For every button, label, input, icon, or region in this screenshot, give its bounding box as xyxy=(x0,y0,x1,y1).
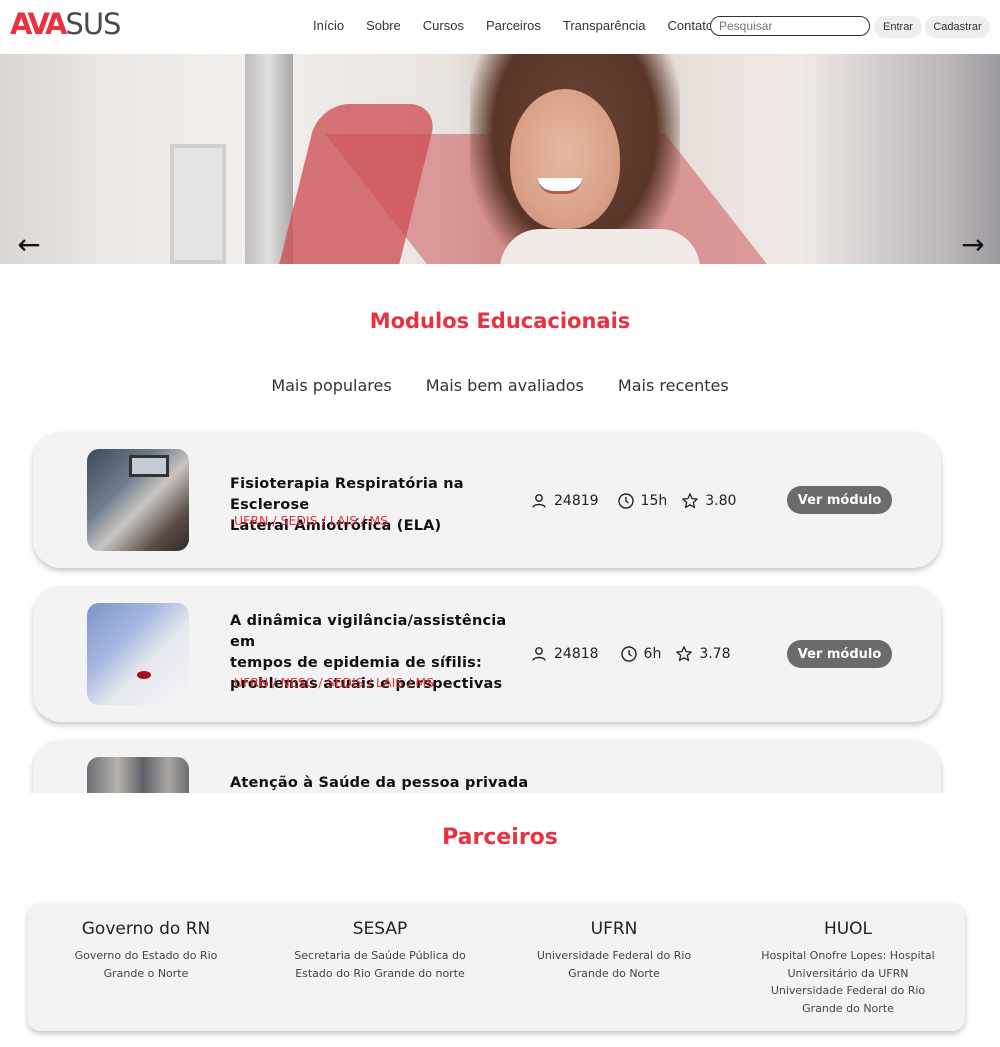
nav-cursos[interactable]: Cursos xyxy=(423,18,464,33)
rating-stat: 3.80 xyxy=(681,492,736,510)
user-icon xyxy=(532,647,546,661)
ver-modulo-button[interactable]: Ver módulo xyxy=(787,640,892,668)
partner-governo-rn[interactable]: Governo do RN Governo do Estado do Rio G… xyxy=(61,919,231,982)
rating-value: 3.78 xyxy=(699,646,731,662)
module-org: UFRN / NESC / SEDIS / LAIS / MS xyxy=(234,675,435,690)
search-input[interactable] xyxy=(710,16,870,36)
module-title-line: A dinâmica vigilância/assistência em xyxy=(230,613,507,650)
user-icon xyxy=(532,494,546,508)
students-stat: 24818 xyxy=(530,645,599,663)
partner-name: SESAP xyxy=(352,919,408,939)
modules-list[interactable]: Fisioterapia Respiratória na Esclerose L… xyxy=(0,425,1000,793)
partner-description: Secretaria de Saúde Pública do Estado do… xyxy=(265,947,495,982)
module-card: Atenção à Saúde da pessoa privada xyxy=(33,740,941,793)
partner-description-line: Secretaria de Saúde Pública do xyxy=(294,949,466,962)
partner-description-line: Estado do Rio Grande do norte xyxy=(295,966,465,980)
nav-contato[interactable]: Contato xyxy=(668,18,714,33)
star-icon xyxy=(682,493,699,509)
nav-transparencia[interactable]: Transparência xyxy=(563,18,646,33)
duration-value: 6h xyxy=(643,646,662,662)
module-title-line: tempos de epidemia de sífilis: xyxy=(230,655,482,671)
hero-woman-face xyxy=(510,89,620,229)
duration-stat: 15h xyxy=(617,492,668,510)
tab-mais-bem-avaliados[interactable]: Mais bem avaliados xyxy=(426,376,584,395)
tab-mais-recentes[interactable]: Mais recentes xyxy=(618,376,729,395)
star-icon xyxy=(676,646,693,662)
partner-description-line: Universidade Federal do Rio xyxy=(770,984,926,997)
arrow-left-icon[interactable]: ← xyxy=(14,230,44,260)
partner-description: Universidade Federal do Rio Grande do No… xyxy=(514,947,714,982)
ver-modulo-button[interactable]: Ver módulo xyxy=(787,486,892,514)
hero-window-frame xyxy=(245,54,293,264)
module-title[interactable]: Atenção à Saúde da pessoa privada xyxy=(230,773,530,793)
avasus-logo[interactable]: AVA SUS xyxy=(10,7,121,41)
nav-inicio[interactable]: Início xyxy=(313,18,344,33)
partner-description-line: Grande do Norte xyxy=(802,1001,894,1015)
students-stat: 24819 xyxy=(530,492,599,510)
tab-mais-populares[interactable]: Mais populares xyxy=(271,376,391,395)
partner-sesap[interactable]: SESAP Secretaria de Saúde Pública do Est… xyxy=(265,919,495,982)
partner-name: HUOL xyxy=(823,919,873,939)
partner-description: Governo do Estado do Rio Grande o Norte xyxy=(61,947,231,982)
module-thumbnail[interactable] xyxy=(87,603,189,705)
module-thumbnail[interactable] xyxy=(87,449,189,551)
partner-description: Hospital Onofre Lopes: Hospital Universi… xyxy=(743,947,953,1017)
partner-description-line: Governo do Estado do Rio xyxy=(74,949,218,962)
partner-description-line: Universitário da UFRN xyxy=(787,966,909,980)
cadastrar-button[interactable]: Cadastrar xyxy=(925,16,990,38)
nav-sobre[interactable]: Sobre xyxy=(366,18,401,33)
module-title-line: Atenção à Saúde da pessoa privada xyxy=(230,775,529,791)
modules-tabs: Mais populares Mais bem avaliados Mais r… xyxy=(0,376,1000,395)
partner-name: UFRN xyxy=(590,919,638,939)
module-org: UFRN / SEDIS / LAIS / MS xyxy=(234,513,389,528)
main-nav: Início Sobre Cursos Parceiros Transparên… xyxy=(313,18,735,33)
nav-parceiros[interactable]: Parceiros xyxy=(486,18,541,33)
arrow-right-icon[interactable]: → xyxy=(958,230,988,260)
partner-description-line: Hospital Onofre Lopes: Hospital xyxy=(761,949,935,962)
partners-panel: Governo do RN Governo do Estado do Rio G… xyxy=(28,903,965,1031)
clock-icon xyxy=(620,646,637,662)
module-title-line: Fisioterapia Respiratória na Esclerose xyxy=(230,476,464,513)
clock-icon xyxy=(617,493,634,509)
partner-description-line: Grande o Norte xyxy=(103,966,189,980)
module-card: A dinâmica vigilância/assistência em tem… xyxy=(33,586,941,722)
module-stats: 24818 6h 3.78 xyxy=(530,645,731,663)
hero-background-window xyxy=(170,144,226,264)
partner-huol[interactable]: HUOL Hospital Onofre Lopes: Hospital Uni… xyxy=(743,919,953,1017)
rating-stat: 3.78 xyxy=(675,645,731,663)
site-header: AVA SUS Início Sobre Cursos Parceiros Tr… xyxy=(0,0,1000,54)
modules-title: Modulos Educacionais xyxy=(369,309,631,333)
logo-ava: AVA xyxy=(10,7,67,41)
partners-title: Parceiros xyxy=(442,825,558,850)
partner-description-line: Universidade Federal do Rio xyxy=(536,949,692,962)
partner-ufrn[interactable]: UFRN Universidade Federal do Rio Grande … xyxy=(514,919,714,982)
hero-woman-shirt xyxy=(500,229,700,264)
entrar-button[interactable]: Entrar xyxy=(874,16,922,38)
module-thumbnail[interactable] xyxy=(87,757,189,793)
hero-banner xyxy=(0,54,1000,264)
partner-name: Governo do RN xyxy=(81,919,211,939)
module-stats: 24819 15h 3.80 xyxy=(530,492,736,510)
logo-sus: SUS xyxy=(65,7,121,41)
partner-description-line: Grande do Norte xyxy=(568,966,660,980)
duration-stat: 6h xyxy=(620,645,662,663)
students-count: 24819 xyxy=(554,493,599,509)
module-card: Fisioterapia Respiratória na Esclerose L… xyxy=(33,432,941,568)
rating-value: 3.80 xyxy=(705,493,737,509)
students-count: 24818 xyxy=(554,646,599,662)
duration-value: 15h xyxy=(640,493,668,509)
